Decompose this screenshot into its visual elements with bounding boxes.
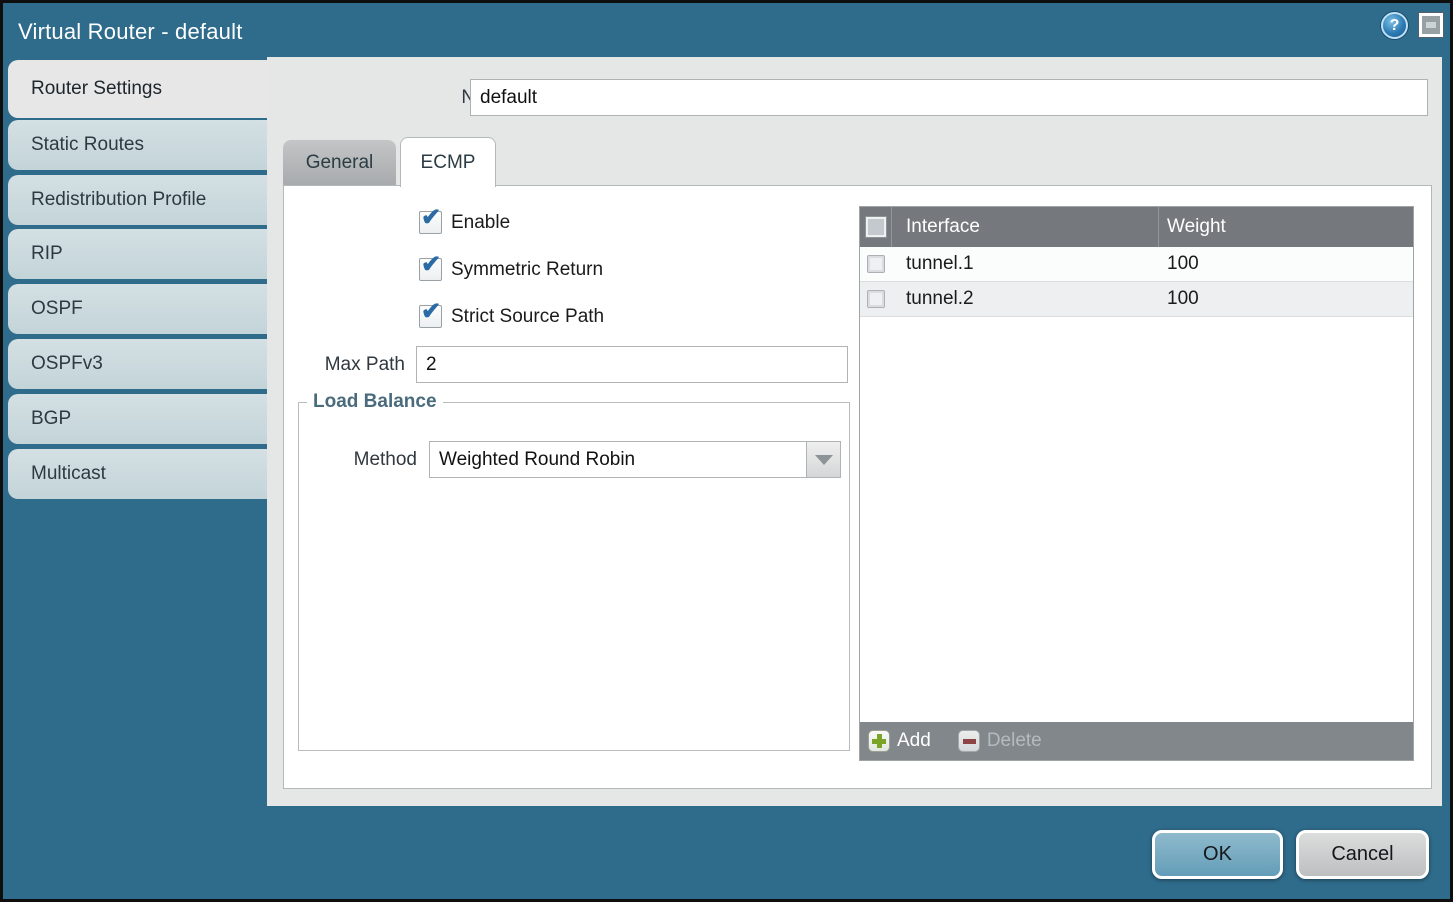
sidebar-item-rip[interactable]: RIP	[8, 229, 267, 279]
cancel-button-label: Cancel	[1331, 843, 1393, 866]
minus-icon	[958, 730, 980, 752]
restore-window-icon[interactable]	[1419, 13, 1443, 37]
cell-interface: tunnel.2	[906, 288, 974, 310]
symmetric-return-checkbox[interactable]: ✔	[419, 258, 442, 281]
help-icon[interactable]: ?	[1381, 12, 1408, 39]
sidebar-item-static-routes[interactable]: Static Routes	[8, 120, 267, 170]
add-button-label: Add	[897, 730, 931, 752]
sidebar-item-label: Static Routes	[31, 134, 144, 156]
delete-button-label: Delete	[987, 730, 1042, 752]
column-header-interface: Interface	[906, 216, 980, 238]
ok-button[interactable]: OK	[1152, 830, 1283, 879]
sidebar-item-label: Multicast	[31, 463, 106, 485]
strict-source-path-checkbox[interactable]: ✔	[419, 305, 442, 328]
add-button[interactable]: Add	[868, 730, 931, 752]
method-dropdown-button[interactable]	[806, 442, 840, 477]
check-icon: ✔	[421, 297, 441, 326]
select-all-checkbox[interactable]	[866, 217, 886, 237]
table-header: Interface Weight	[860, 207, 1413, 247]
load-balance-group: Load Balance Method Weighted Round Robin	[298, 391, 850, 751]
name-input[interactable]	[470, 79, 1428, 116]
enable-label: Enable	[451, 211, 510, 235]
content-panel: Name General ECMP ✔ Enable ✔ Symmetric R…	[267, 57, 1442, 806]
sidebar-item-label: OSPF	[31, 298, 83, 320]
tab-general-label: General	[306, 152, 374, 174]
method-label: Method	[299, 441, 417, 478]
help-icon-glyph: ?	[1390, 17, 1400, 35]
delete-button[interactable]: Delete	[958, 730, 1042, 752]
cell-interface: tunnel.1	[906, 253, 974, 275]
check-icon: ✔	[421, 203, 441, 232]
table-body-empty-area	[860, 317, 1413, 722]
sidebar-item-multicast[interactable]: Multicast	[8, 449, 267, 499]
check-icon: ✔	[421, 250, 441, 279]
table-row[interactable]: tunnel.1 100	[860, 247, 1413, 282]
symmetric-return-label: Symmetric Return	[451, 258, 603, 282]
sidebar-item-label: Router Settings	[31, 78, 162, 100]
cell-weight: 100	[1167, 253, 1199, 275]
method-select[interactable]: Weighted Round Robin	[429, 441, 841, 478]
tab-ecmp[interactable]: ECMP	[400, 137, 496, 187]
enable-checkbox[interactable]: ✔	[419, 211, 442, 234]
sidebar-item-label: Redistribution Profile	[31, 189, 206, 211]
max-path-input[interactable]	[416, 346, 848, 383]
method-select-value: Weighted Round Robin	[439, 442, 635, 477]
column-header-weight: Weight	[1167, 216, 1226, 238]
sidebar-item-ospf[interactable]: OSPF	[8, 284, 267, 334]
row-checkbox[interactable]	[867, 255, 885, 273]
sidebar-item-label: RIP	[31, 243, 63, 265]
ecmp-tab-panel: ✔ Enable ✔ Symmetric Return ✔ Strict Sou…	[283, 185, 1432, 789]
sidebar-item-router-settings[interactable]: Router Settings	[8, 60, 267, 118]
interface-weight-table: Interface Weight tunnel.1 100 tunnel.2 1…	[859, 206, 1414, 761]
virtual-router-dialog: Virtual Router - default ? Router Settin…	[3, 3, 1450, 899]
sidebar-item-redistribution-profile[interactable]: Redistribution Profile	[8, 175, 267, 225]
table-row[interactable]: tunnel.2 100	[860, 282, 1413, 317]
row-checkbox[interactable]	[867, 290, 885, 308]
restore-window-icon-inner-bar	[1426, 22, 1436, 28]
tab-ecmp-label: ECMP	[421, 152, 476, 174]
chevron-down-icon	[815, 455, 833, 465]
max-path-label: Max Path	[284, 346, 405, 383]
restore-window-icon-inner	[1422, 16, 1440, 34]
table-footer: Add Delete	[860, 722, 1413, 760]
sidebar-item-bgp[interactable]: BGP	[8, 394, 267, 444]
ok-button-label: OK	[1203, 843, 1232, 866]
sidebar-item-label: BGP	[31, 408, 71, 430]
tab-general[interactable]: General	[283, 140, 396, 185]
cancel-button[interactable]: Cancel	[1296, 830, 1429, 879]
dialog-title: Virtual Router - default	[18, 14, 243, 50]
load-balance-legend: Load Balance	[307, 391, 443, 413]
sidebar-item-label: OSPFv3	[31, 353, 103, 375]
sidebar-item-ospfv3[interactable]: OSPFv3	[8, 339, 267, 389]
plus-icon	[868, 730, 890, 752]
cell-weight: 100	[1167, 288, 1199, 310]
strict-source-path-label: Strict Source Path	[451, 305, 604, 329]
